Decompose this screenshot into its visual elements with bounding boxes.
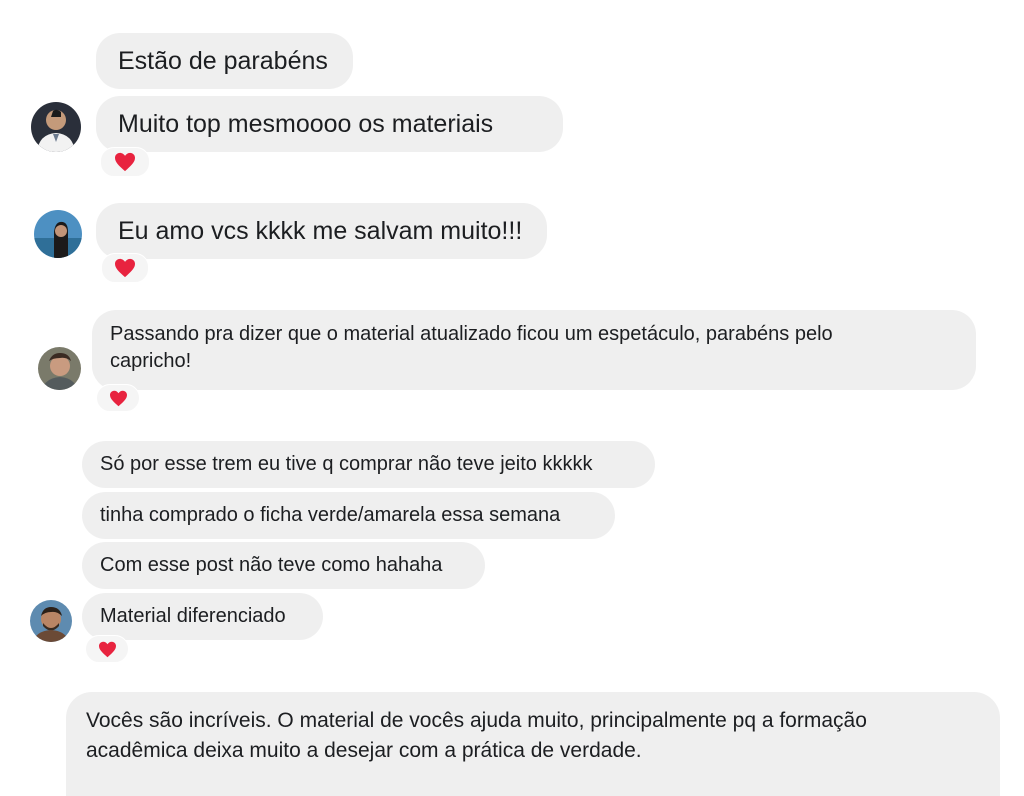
message-bubble[interactable]: Só por esse trem eu tive q comprar não t… bbox=[82, 441, 655, 488]
message-bubble[interactable]: Muito top mesmoooo os materiais bbox=[96, 96, 563, 152]
avatar[interactable] bbox=[31, 102, 81, 152]
avatar-image bbox=[30, 600, 72, 642]
reaction-badge[interactable] bbox=[100, 147, 150, 177]
reaction-badge[interactable] bbox=[96, 384, 140, 412]
heart-icon bbox=[115, 258, 135, 278]
heart-icon bbox=[115, 152, 135, 172]
message-bubble[interactable]: tinha comprado o ficha verde/amarela ess… bbox=[82, 492, 615, 539]
message-bubble[interactable]: Material diferenciado bbox=[82, 593, 323, 640]
avatar-image bbox=[34, 210, 82, 258]
avatar[interactable] bbox=[38, 347, 81, 390]
message-bubble[interactable]: Estão de parabéns bbox=[96, 33, 353, 89]
heart-icon bbox=[109, 390, 127, 406]
avatar[interactable] bbox=[30, 600, 72, 642]
message-bubble[interactable]: Eu amo vcs kkkk me salvam muito!!! bbox=[96, 203, 547, 259]
avatar-image bbox=[38, 347, 81, 390]
message-bubble[interactable]: Passando pra dizer que o material atuali… bbox=[92, 310, 976, 390]
message-bubble[interactable]: Vocês são incríveis. O material de vocês… bbox=[66, 692, 1000, 796]
reaction-badge[interactable] bbox=[85, 635, 129, 663]
message-bubble[interactable]: Com esse post não teve como hahaha bbox=[82, 542, 485, 589]
reaction-badge[interactable] bbox=[101, 253, 149, 283]
avatar-image bbox=[31, 102, 81, 152]
heart-icon bbox=[98, 641, 116, 657]
avatar[interactable] bbox=[34, 210, 82, 258]
